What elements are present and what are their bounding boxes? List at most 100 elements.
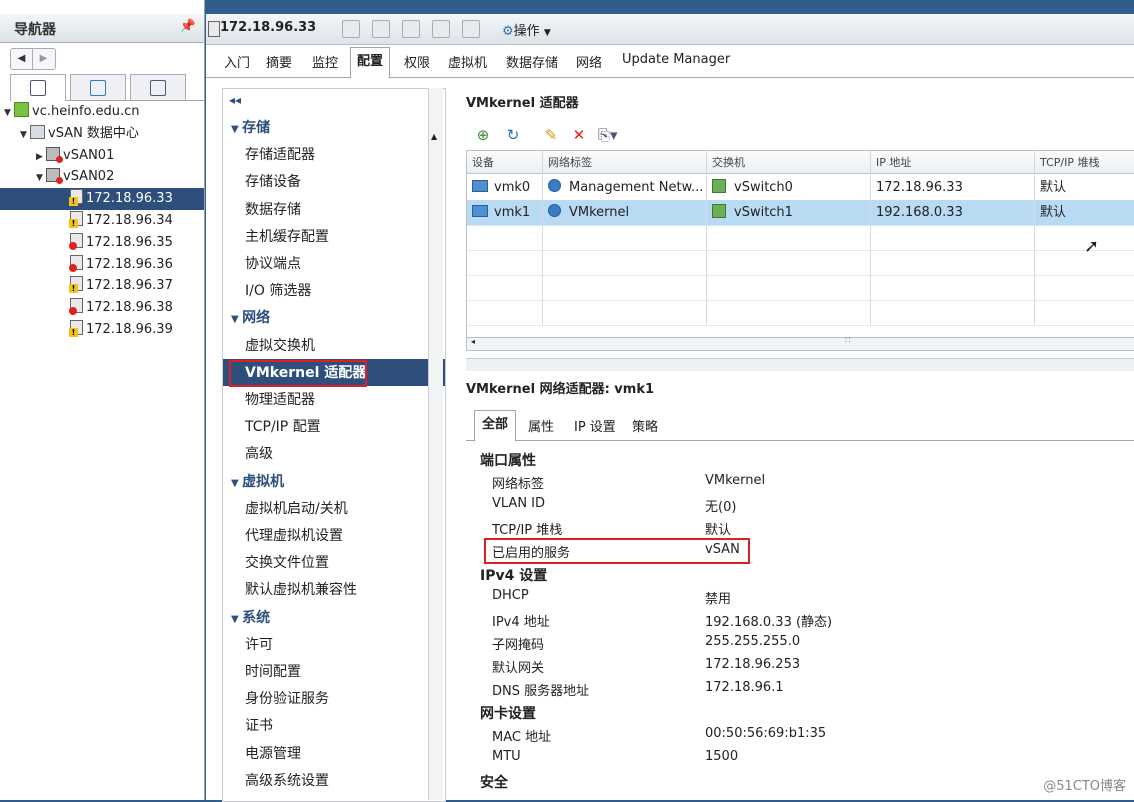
maintenance-icon[interactable] <box>432 20 450 38</box>
actions-menu[interactable]: ⚙操作 ▼ <box>502 20 551 39</box>
power-icon[interactable] <box>402 20 420 38</box>
menu-section[interactable]: ▼ 网络 <box>231 307 270 327</box>
table-row[interactable]: vmk0 Management Netw... vSwitch0 172.18.96.… <box>467 175 1134 201</box>
menu-item[interactable]: 电源管理 <box>245 743 301 763</box>
details-title: VMkernel 网络适配器: vmk1 <box>466 382 655 397</box>
tab-6[interactable]: 数据存储 <box>506 52 558 71</box>
grid-horizontal-scrollbar[interactable]: ◂ ∷ <box>466 336 1134 351</box>
menu-item[interactable]: 存储设备 <box>245 171 301 191</box>
menu-item[interactable]: 主机缓存配置 <box>245 226 329 246</box>
menu-item[interactable]: 数据存储 <box>245 199 301 219</box>
cluster-icon <box>46 146 63 163</box>
tab-5[interactable]: 虚拟机 <box>448 52 487 71</box>
menu-item[interactable]: TCP/IP 配置 <box>245 416 321 436</box>
tab-8[interactable]: Update Manager <box>622 52 730 67</box>
storage-tab[interactable] <box>130 74 186 100</box>
tab-0[interactable]: 入门 <box>224 52 250 71</box>
property-label: 网络标签 <box>492 477 545 492</box>
property-section-title: 端口属性 <box>480 453 536 469</box>
tree-item[interactable]: 172.18.96.37 <box>0 275 204 297</box>
menu-section[interactable]: ▼ 系统 <box>231 607 270 627</box>
expand-icon[interactable]: ▶ <box>36 146 46 168</box>
more-actions-icon[interactable]: ⎘▾ <box>598 126 618 144</box>
menu-scrollbar[interactable]: ▲ <box>428 88 443 800</box>
column-header[interactable]: IP 地址 <box>871 151 1035 174</box>
details-tab-3[interactable]: 策略 <box>632 416 658 435</box>
tab-1[interactable]: 摘要 <box>266 52 292 71</box>
collapse-tree-icon[interactable]: ▼ <box>20 124 30 146</box>
tab-2[interactable]: 监控 <box>312 52 338 71</box>
add-network-icon[interactable]: ⊕ <box>474 126 492 144</box>
switch-icon <box>712 179 726 193</box>
menu-item[interactable]: 存储适配器 <box>245 144 315 164</box>
details-tab-2[interactable]: IP 设置 <box>574 416 616 435</box>
table-cell: vSwitch0 <box>707 175 871 200</box>
menu-item[interactable]: 身份验证服务 <box>245 688 329 708</box>
table-cell: 默认 <box>1035 200 1134 225</box>
column-header[interactable]: 交换机 <box>707 151 871 174</box>
menu-item[interactable]: 虚拟机启动/关机 <box>245 498 348 518</box>
vms-templates-tab[interactable] <box>70 74 126 100</box>
tree-item[interactable]: 172.18.96.34 <box>0 210 204 232</box>
details-tab-0[interactable]: 全部 <box>474 410 517 442</box>
menu-item[interactable]: I/O 筛选器 <box>245 280 311 300</box>
menu-item[interactable]: 时间配置 <box>245 661 301 681</box>
tree-item[interactable]: 172.18.96.35 <box>0 232 204 254</box>
collapse-tree-icon[interactable]: ▼ <box>4 102 14 124</box>
object-toolbar: 172.18.96.33 ⚙操作 ▼ <box>206 14 1134 45</box>
object-title: 172.18.96.33 <box>220 20 317 35</box>
tree-item[interactable]: ▼ vSAN02 <box>0 166 204 188</box>
column-header[interactable]: 网络标签 <box>543 151 707 174</box>
tree-item[interactable]: ▶ vSAN01 <box>0 145 204 167</box>
tree-item[interactable]: 172.18.96.38 <box>0 297 204 319</box>
menu-item[interactable]: 代理虚拟机设置 <box>245 525 343 545</box>
menu-item[interactable]: 交换文件位置 <box>245 552 329 572</box>
menu-item[interactable]: 高级系统设置 <box>245 770 329 790</box>
collapse-tree-icon[interactable]: ▼ <box>36 167 46 189</box>
menu-item[interactable]: 证书 <box>245 715 273 735</box>
column-header[interactable]: TCP/IP 堆栈 <box>1035 151 1134 174</box>
details-tab-1[interactable]: 属性 <box>528 416 554 435</box>
edit-icon[interactable]: ✎ <box>542 126 560 144</box>
tab-7[interactable]: 网络 <box>576 52 602 71</box>
tab-3[interactable]: 配置 <box>350 47 391 79</box>
remove-icon[interactable]: ✕ <box>570 126 588 144</box>
new-vm-icon[interactable] <box>342 20 360 38</box>
forward-arrow-icon[interactable]: ▶ <box>33 49 54 69</box>
menu-item[interactable]: 许可 <box>245 634 273 654</box>
pin-icon[interactable]: 📌 <box>180 19 196 34</box>
scroll-up-icon[interactable]: ▲ <box>431 132 437 141</box>
panel-splitter[interactable] <box>466 358 1134 371</box>
scroll-left-icon[interactable]: ◂ <box>471 337 475 346</box>
deploy-ovf-icon[interactable] <box>372 20 390 38</box>
tab-4[interactable]: 权限 <box>404 52 430 71</box>
table-cell-text: 默认 <box>1040 180 1067 195</box>
tree-item[interactable]: 172.18.96.39 <box>0 319 204 341</box>
menu-item[interactable]: 物理适配器 <box>245 389 315 409</box>
refresh-icon[interactable]: ↻ <box>504 126 522 144</box>
menu-item[interactable]: 虚拟交换机 <box>245 335 315 355</box>
table-cell <box>871 275 1035 300</box>
tree-item[interactable]: ▼ vSAN 数据中心 <box>0 123 204 145</box>
column-header[interactable]: 设备 <box>467 151 543 174</box>
tree-item[interactable]: 172.18.96.36 <box>0 254 204 276</box>
vcenter-icon <box>14 102 29 117</box>
table-cell <box>543 250 707 275</box>
property-label: VLAN ID <box>492 496 546 511</box>
property-label: 默认网关 <box>492 661 545 676</box>
menu-item[interactable]: 默认虚拟机兼容性 <box>245 579 357 599</box>
menu-item[interactable]: 协议端点 <box>245 253 301 273</box>
tree-item[interactable]: ▼ vc.heinfo.edu.cn <box>0 101 204 123</box>
host-icon <box>208 21 220 37</box>
menu-item[interactable]: 高级 <box>245 443 273 463</box>
menu-section[interactable]: ▼ 存储 <box>231 117 270 137</box>
settings-icon[interactable] <box>462 20 480 38</box>
menu-section[interactable]: ▼ 虚拟机 <box>231 471 284 491</box>
navigator-history: ◀ ▶ <box>10 48 56 70</box>
table-cell: Management Netw... <box>543 175 707 200</box>
hosts-clusters-tab[interactable] <box>10 74 66 101</box>
back-arrow-icon[interactable]: ◀ <box>11 49 33 69</box>
tree-item[interactable]: 172.18.96.33 <box>0 188 204 211</box>
navigator-panel: 导航器 📌 ◀ ▶ ▼ vc.heinfo.edu.cn ▼ vSAN 数据中心 ▶ vS… <box>0 0 205 800</box>
table-row[interactable]: vmk1 VMkernel vSwitch1 192.168.0.33 默认 <box>467 200 1134 226</box>
